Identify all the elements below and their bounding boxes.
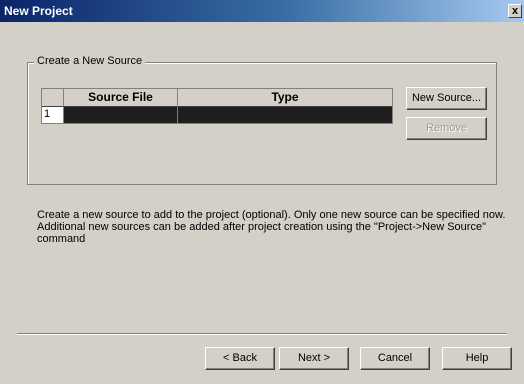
description-line-3: command <box>37 233 86 245</box>
sources-table: Source File Type 1 <box>41 88 393 124</box>
remove-button[interactable]: Remove <box>406 117 487 140</box>
row-number[interactable]: 1 <box>42 107 64 123</box>
close-button[interactable]: x <box>508 4 522 18</box>
help-button[interactable]: Help <box>442 347 512 370</box>
new-source-button[interactable]: New Source... <box>406 87 487 110</box>
description-line-1: Create a new source to add to the projec… <box>37 209 506 221</box>
back-button[interactable]: < Back <box>205 347 275 370</box>
column-header-source-file[interactable]: Source File <box>64 89 178 107</box>
group-legend: Create a New Source <box>34 55 146 67</box>
window-title: New Project <box>4 4 73 18</box>
description-line-2: Additional new sources can be added afte… <box>37 221 486 233</box>
cancel-button[interactable]: Cancel <box>360 347 430 370</box>
type-cell[interactable] <box>178 107 392 123</box>
row-header-corner <box>42 89 64 107</box>
source-file-cell[interactable] <box>64 107 178 123</box>
description-text: Create a new source to add to the projec… <box>37 209 507 245</box>
title-bar: New Project x <box>0 0 524 22</box>
column-header-type[interactable]: Type <box>178 89 392 107</box>
footer-divider <box>17 333 507 335</box>
next-button[interactable]: Next > <box>279 347 349 370</box>
